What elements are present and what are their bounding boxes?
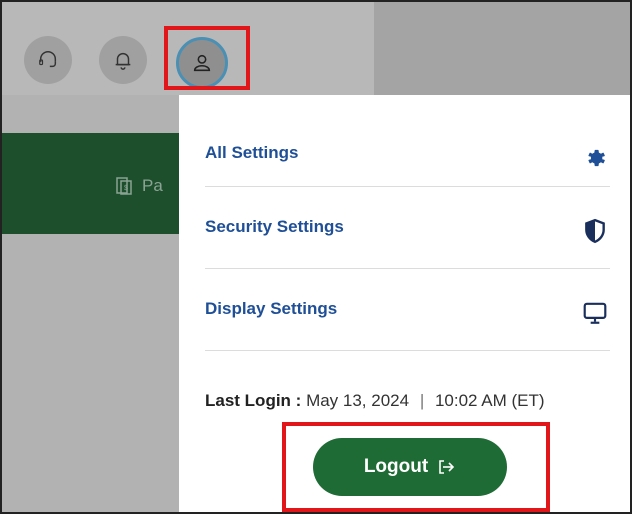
security-settings-label: Security Settings bbox=[205, 217, 344, 236]
last-login-label: Last Login : bbox=[205, 391, 302, 410]
monitor-icon bbox=[582, 300, 608, 326]
highlight-box-logout bbox=[282, 422, 550, 512]
shield-icon bbox=[582, 218, 608, 244]
gear-icon bbox=[582, 145, 608, 171]
last-login-separator: | bbox=[419, 391, 425, 410]
last-login-time: 10:02 AM (ET) bbox=[434, 391, 545, 410]
top-bar bbox=[2, 2, 630, 95]
last-login-date: May 13, 2024 bbox=[306, 391, 410, 410]
bell-icon bbox=[115, 52, 131, 70]
menu-item-display-settings[interactable]: Display Settings bbox=[205, 269, 610, 351]
menu-item-all-settings[interactable]: All Settings bbox=[205, 105, 610, 187]
nav-item-payments[interactable]: $ Pa bbox=[114, 174, 163, 198]
highlight-box-profile bbox=[164, 26, 250, 90]
app-frame: $ Pa All Settings Security Settings Disp… bbox=[0, 0, 632, 514]
display-settings-label: Display Settings bbox=[205, 299, 338, 318]
notifications-button[interactable] bbox=[99, 36, 147, 84]
all-settings-label: All Settings bbox=[205, 143, 299, 162]
headset-icon bbox=[39, 51, 57, 68]
menu-item-security-settings[interactable]: Security Settings bbox=[205, 187, 610, 269]
nav-item-label: Pa bbox=[142, 176, 163, 195]
last-login-info: Last Login : May 13, 2024 | 10:02 AM (ET… bbox=[205, 391, 545, 411]
support-button[interactable] bbox=[24, 36, 72, 84]
receipt-icon: $ bbox=[116, 177, 132, 195]
svg-text:$: $ bbox=[124, 185, 128, 192]
